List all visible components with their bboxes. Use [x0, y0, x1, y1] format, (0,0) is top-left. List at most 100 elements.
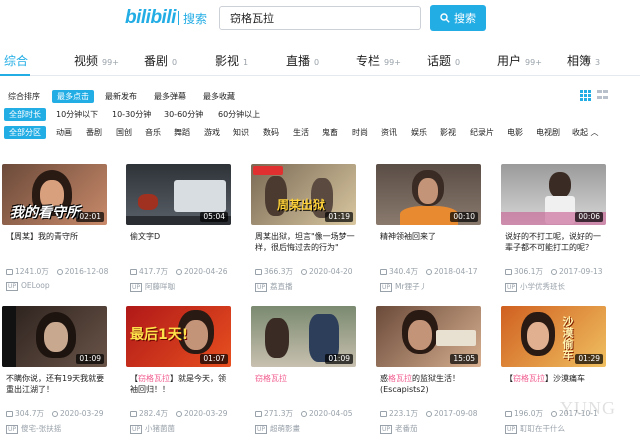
- tab-label: 用户: [497, 54, 522, 68]
- zone-fashion[interactable]: 时尚: [350, 126, 370, 139]
- sort-most-favorites[interactable]: 最多收藏: [201, 90, 237, 103]
- video-title[interactable]: 【周某】我的青守所: [6, 231, 106, 264]
- zone-news[interactable]: 资讯: [379, 126, 399, 139]
- video-meta: 223.1万 2017-09-08: [380, 408, 480, 419]
- search-input[interactable]: [220, 7, 420, 29]
- video-duration: 01:07: [200, 354, 228, 364]
- tab-label: 综合: [4, 54, 29, 68]
- tab-live[interactable]: 直播 0: [286, 52, 319, 69]
- zone-all[interactable]: 全部分区: [4, 126, 46, 139]
- tab-all[interactable]: 综合: [4, 52, 28, 69]
- video-thumbnail[interactable]: 01:09: [251, 306, 356, 367]
- video-card[interactable]: 00:10 精神领袖回来了 340.4万 2018-04-17 UP Mr狸子丿: [376, 164, 481, 294]
- upload-date: 2017-09-13: [558, 267, 603, 276]
- play-count-icon: [130, 269, 137, 275]
- up-icon: UP: [380, 425, 393, 434]
- video-card[interactable]: 05:04 偷文字D 417.7万 2020-04-26 UP 阿藤咩咖: [126, 164, 231, 294]
- uploader[interactable]: UP 小猪菌菌: [130, 423, 175, 434]
- tab-user[interactable]: 用户 99+: [497, 52, 542, 69]
- upload-date: 2020-03-29: [59, 409, 104, 418]
- video-thumbnail[interactable]: 05:04: [126, 164, 231, 225]
- video-thumbnail[interactable]: 15:05: [376, 306, 481, 367]
- tab-count: 0: [455, 58, 461, 67]
- tab-bangumi[interactable]: 番剧 0: [144, 52, 177, 69]
- video-thumbnail[interactable]: 01:09: [2, 306, 107, 367]
- video-card[interactable]: 周某出狱 01:19 周某出狱，坦言"像一场梦一样，很后悔过去的行为" 366.…: [251, 164, 356, 294]
- play-count-icon: [6, 269, 13, 275]
- uploader[interactable]: UP 荔直播: [255, 281, 293, 292]
- search-button[interactable]: 搜索: [430, 5, 486, 31]
- video-title[interactable]: 窃格瓦拉: [255, 373, 355, 406]
- tab-label: 话题: [427, 54, 452, 68]
- video-thumbnail[interactable]: 00:06: [501, 164, 606, 225]
- zone-collapse[interactable]: 收起 ︿: [570, 126, 601, 139]
- uploader[interactable]: UP Mr狸子丿: [380, 281, 427, 292]
- video-thumbnail[interactable]: 周某出狱 01:19: [251, 164, 356, 225]
- zone-entertainment[interactable]: 娱乐: [409, 126, 429, 139]
- zone-bangumi[interactable]: 番剧: [84, 126, 104, 139]
- zone-game[interactable]: 游戏: [202, 126, 222, 139]
- video-card[interactable]: 00:06 说好的不打工呢，说好的一辈子都不可能打工的呢？ 306.1万 2017…: [501, 164, 606, 294]
- clock-icon: [175, 269, 182, 275]
- zone-documentary[interactable]: 纪录片: [468, 126, 496, 139]
- video-card[interactable]: 01:09 窃格瓦拉 271.3万 2020-04-05 UP 超萌影畫: [251, 306, 356, 436]
- video-card[interactable]: 15:05 惑格瓦拉的监狱生活！(Escapists2) 223.1万 2017-…: [376, 306, 481, 436]
- zone-film[interactable]: 影视: [438, 126, 458, 139]
- clock-icon: [425, 269, 432, 275]
- bilibili-logo[interactable]: bilibili: [125, 7, 176, 29]
- grid-view-icon[interactable]: [580, 90, 591, 101]
- tab-topic[interactable]: 话题 0: [427, 52, 460, 69]
- video-thumbnail[interactable]: 最后1天! 01:07: [126, 306, 231, 367]
- video-thumbnail[interactable]: 沙漠偷车 01:29: [501, 306, 606, 367]
- video-title[interactable]: 说好的不打工呢，说好的一辈子都不可能打工的呢？: [505, 231, 605, 264]
- duration-under-10[interactable]: 10分钟以下: [54, 108, 100, 121]
- video-thumbnail[interactable]: 我的看守所 02:01: [2, 164, 107, 225]
- uploader[interactable]: UP 超萌影畫: [255, 423, 300, 434]
- video-title[interactable]: 精神领袖回来了: [380, 231, 480, 264]
- zone-guochuang[interactable]: 国创: [114, 126, 134, 139]
- video-card[interactable]: 01:09 不瞒你说，还有19天我就要重出江湖了！ 304.7万 2020-03-…: [2, 306, 107, 436]
- video-title[interactable]: 偷文字D: [130, 231, 230, 264]
- zone-animation[interactable]: 动画: [54, 126, 74, 139]
- list-view-icon[interactable]: [597, 90, 608, 101]
- zone-dance[interactable]: 舞蹈: [172, 126, 192, 139]
- zone-music[interactable]: 音乐: [143, 126, 163, 139]
- sort-newest[interactable]: 最新发布: [103, 90, 139, 103]
- zone-life[interactable]: 生活: [291, 126, 311, 139]
- video-thumbnail[interactable]: 00:10: [376, 164, 481, 225]
- duration-10-30[interactable]: 10-30分钟: [110, 108, 153, 121]
- zone-movie[interactable]: 电影: [505, 126, 525, 139]
- duration-over-60[interactable]: 60分钟以上: [216, 108, 262, 121]
- uploader[interactable]: UP 傻宅-张扶摇: [6, 423, 61, 434]
- tab-video[interactable]: 视频 99+: [74, 52, 119, 69]
- video-card[interactable]: 最后1天! 01:07 【窃格瓦拉】就是今天，领袖回归！！ 282.4万 2020…: [126, 306, 231, 436]
- zone-digital[interactable]: 数码: [261, 126, 281, 139]
- video-title[interactable]: 【窃格瓦拉】就是今天，领袖回归！！: [130, 373, 230, 406]
- zone-kichiku[interactable]: 鬼畜: [320, 126, 340, 139]
- video-title[interactable]: 惑格瓦拉的监狱生活！(Escapists2): [380, 373, 480, 406]
- thumbnail-caption: 周某出狱: [277, 198, 326, 212]
- uploader[interactable]: UP OELoop: [6, 281, 50, 291]
- search-box[interactable]: [219, 6, 421, 30]
- sort-default[interactable]: 综合排序: [6, 90, 42, 103]
- zone-tv[interactable]: 电视剧: [534, 126, 562, 139]
- tab-article[interactable]: 专栏 99+: [356, 52, 401, 69]
- video-card[interactable]: 我的看守所 02:01 【周某】我的青守所 1241.0万 2016-12-08 …: [2, 164, 108, 294]
- title-highlight: 窃格瓦拉: [138, 374, 170, 383]
- video-title[interactable]: 不瞒你说，还有19天我就要重出江湖了！: [6, 373, 106, 406]
- duration-30-60[interactable]: 30-60分钟: [162, 108, 205, 121]
- sort-most-danmaku[interactable]: 最多弹幕: [152, 90, 188, 103]
- uploader[interactable]: UP 阿藤咩咖: [130, 281, 175, 292]
- uploader[interactable]: UP 小学优秀班长: [505, 281, 565, 292]
- tab-film[interactable]: 影视 1: [215, 52, 248, 69]
- sort-most-clicked[interactable]: 最多点击: [52, 90, 94, 103]
- video-title[interactable]: 周某出狱，坦言"像一场梦一样，很后悔过去的行为": [255, 231, 355, 264]
- chevron-up-icon: ︿: [590, 128, 599, 137]
- play-count-icon: [380, 411, 387, 417]
- duration-all[interactable]: 全部时长: [4, 108, 46, 121]
- zone-knowledge[interactable]: 知识: [231, 126, 251, 139]
- tab-album[interactable]: 相簿 3: [567, 52, 600, 69]
- uploader[interactable]: UP 老番茄: [380, 423, 418, 434]
- uploader[interactable]: UP 耵耵在干什么: [505, 423, 565, 434]
- clock-icon: [56, 269, 63, 275]
